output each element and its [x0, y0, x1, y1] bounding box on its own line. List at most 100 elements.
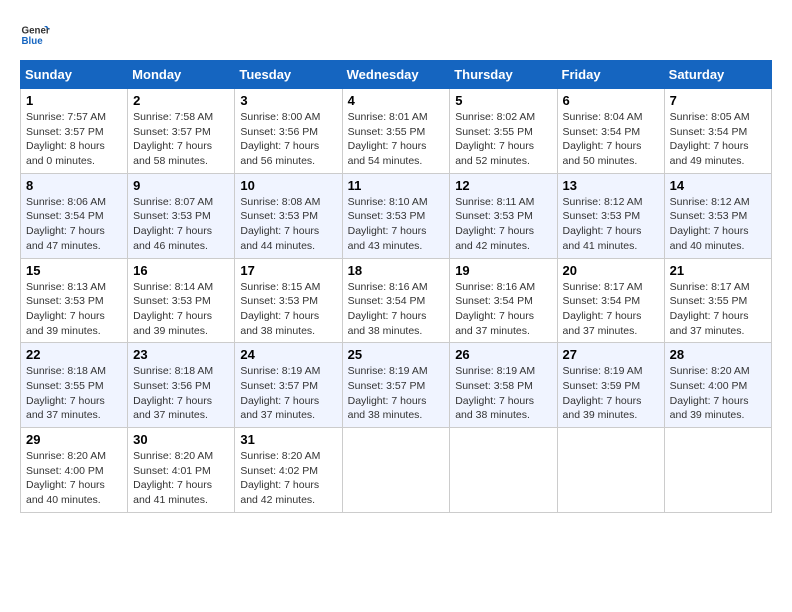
- calendar-cell: 21 Sunrise: 8:17 AMSunset: 3:55 PMDayligh…: [664, 258, 771, 343]
- day-info: Sunrise: 8:02 AMSunset: 3:55 PMDaylight:…: [455, 110, 551, 169]
- day-number: 30: [133, 432, 229, 447]
- day-info: Sunrise: 8:20 AMSunset: 4:00 PMDaylight:…: [26, 449, 122, 508]
- calendar-cell: 12 Sunrise: 8:11 AMSunset: 3:53 PMDayligh…: [450, 173, 557, 258]
- day-info: Sunrise: 8:20 AMSunset: 4:02 PMDaylight:…: [240, 449, 336, 508]
- day-info: Sunrise: 8:15 AMSunset: 3:53 PMDaylight:…: [240, 280, 336, 339]
- day-number: 18: [348, 263, 445, 278]
- calendar-cell: 5 Sunrise: 8:02 AMSunset: 3:55 PMDaylight…: [450, 89, 557, 174]
- day-number: 7: [670, 93, 766, 108]
- weekday-header: Friday: [557, 61, 664, 89]
- calendar-week-row: 1 Sunrise: 7:57 AMSunset: 3:57 PMDaylight…: [21, 89, 772, 174]
- calendar-cell: [557, 428, 664, 513]
- calendar-cell: 22 Sunrise: 8:18 AMSunset: 3:55 PMDayligh…: [21, 343, 128, 428]
- day-info: Sunrise: 8:10 AMSunset: 3:53 PMDaylight:…: [348, 195, 445, 254]
- day-info: Sunrise: 8:12 AMSunset: 3:53 PMDaylight:…: [670, 195, 766, 254]
- day-info: Sunrise: 8:18 AMSunset: 3:55 PMDaylight:…: [26, 364, 122, 423]
- day-info: Sunrise: 8:17 AMSunset: 3:55 PMDaylight:…: [670, 280, 766, 339]
- calendar-cell: 7 Sunrise: 8:05 AMSunset: 3:54 PMDaylight…: [664, 89, 771, 174]
- day-info: Sunrise: 8:19 AMSunset: 3:57 PMDaylight:…: [348, 364, 445, 423]
- day-number: 2: [133, 93, 229, 108]
- day-info: Sunrise: 8:17 AMSunset: 3:54 PMDaylight:…: [563, 280, 659, 339]
- day-number: 8: [26, 178, 122, 193]
- calendar-cell: [450, 428, 557, 513]
- calendar-cell: 19 Sunrise: 8:16 AMSunset: 3:54 PMDayligh…: [450, 258, 557, 343]
- day-info: Sunrise: 8:19 AMSunset: 3:58 PMDaylight:…: [455, 364, 551, 423]
- day-info: Sunrise: 8:14 AMSunset: 3:53 PMDaylight:…: [133, 280, 229, 339]
- calendar-cell: 3Sunrise: 8:00 AMSunset: 3:56 PMDaylight…: [235, 89, 342, 174]
- day-info: Sunrise: 7:58 AMSunset: 3:57 PMDaylight:…: [133, 110, 229, 169]
- day-number: 10: [240, 178, 336, 193]
- day-number: 9: [133, 178, 229, 193]
- calendar-cell: 13Sunrise: 8:12 AMSunset: 3:53 PMDayligh…: [557, 173, 664, 258]
- day-info: Sunrise: 8:06 AMSunset: 3:54 PMDaylight:…: [26, 195, 122, 254]
- calendar-cell: 14 Sunrise: 8:12 AMSunset: 3:53 PMDayligh…: [664, 173, 771, 258]
- day-number: 14: [670, 178, 766, 193]
- day-info: Sunrise: 8:00 AMSunset: 3:56 PMDaylight:…: [240, 110, 336, 169]
- calendar-cell: 17 Sunrise: 8:15 AMSunset: 3:53 PMDayligh…: [235, 258, 342, 343]
- day-number: 5: [455, 93, 551, 108]
- calendar-cell: 29 Sunrise: 8:20 AMSunset: 4:00 PMDayligh…: [21, 428, 128, 513]
- calendar-cell: 1 Sunrise: 7:57 AMSunset: 3:57 PMDaylight…: [21, 89, 128, 174]
- calendar-week-row: 8 Sunrise: 8:06 AMSunset: 3:54 PMDaylight…: [21, 173, 772, 258]
- day-number: 4: [348, 93, 445, 108]
- day-info: Sunrise: 8:08 AMSunset: 3:53 PMDaylight:…: [240, 195, 336, 254]
- calendar-cell: 6Sunrise: 8:04 AMSunset: 3:54 PMDaylight…: [557, 89, 664, 174]
- calendar-cell: 18 Sunrise: 8:16 AMSunset: 3:54 PMDayligh…: [342, 258, 450, 343]
- calendar-cell: 2 Sunrise: 7:58 AMSunset: 3:57 PMDaylight…: [128, 89, 235, 174]
- day-number: 17: [240, 263, 336, 278]
- calendar-cell: 28 Sunrise: 8:20 AMSunset: 4:00 PMDayligh…: [664, 343, 771, 428]
- weekday-header: Thursday: [450, 61, 557, 89]
- day-info: Sunrise: 7:57 AMSunset: 3:57 PMDaylight:…: [26, 110, 122, 169]
- weekday-header: Saturday: [664, 61, 771, 89]
- calendar-week-row: 29 Sunrise: 8:20 AMSunset: 4:00 PMDayligh…: [21, 428, 772, 513]
- day-info: Sunrise: 8:07 AMSunset: 3:53 PMDaylight:…: [133, 195, 229, 254]
- calendar-cell: 9 Sunrise: 8:07 AMSunset: 3:53 PMDaylight…: [128, 173, 235, 258]
- day-number: 11: [348, 178, 445, 193]
- day-number: 22: [26, 347, 122, 362]
- svg-text:Blue: Blue: [22, 36, 44, 47]
- day-info: Sunrise: 8:05 AMSunset: 3:54 PMDaylight:…: [670, 110, 766, 169]
- day-info: Sunrise: 8:20 AMSunset: 4:00 PMDaylight:…: [670, 364, 766, 423]
- calendar-cell: 23 Sunrise: 8:18 AMSunset: 3:56 PMDayligh…: [128, 343, 235, 428]
- calendar-week-row: 15Sunrise: 8:13 AMSunset: 3:53 PMDayligh…: [21, 258, 772, 343]
- calendar-cell: 27 Sunrise: 8:19 AMSunset: 3:59 PMDayligh…: [557, 343, 664, 428]
- calendar-week-row: 22 Sunrise: 8:18 AMSunset: 3:55 PMDayligh…: [21, 343, 772, 428]
- day-number: 26: [455, 347, 551, 362]
- calendar-cell: 15Sunrise: 8:13 AMSunset: 3:53 PMDayligh…: [21, 258, 128, 343]
- weekday-header: Wednesday: [342, 61, 450, 89]
- day-info: Sunrise: 8:18 AMSunset: 3:56 PMDaylight:…: [133, 364, 229, 423]
- day-info: Sunrise: 8:13 AMSunset: 3:53 PMDaylight:…: [26, 280, 122, 339]
- day-number: 21: [670, 263, 766, 278]
- calendar-cell: 25 Sunrise: 8:19 AMSunset: 3:57 PMDayligh…: [342, 343, 450, 428]
- day-number: 23: [133, 347, 229, 362]
- day-number: 1: [26, 93, 122, 108]
- day-info: Sunrise: 8:01 AMSunset: 3:55 PMDaylight:…: [348, 110, 445, 169]
- day-info: Sunrise: 8:19 AMSunset: 3:57 PMDaylight:…: [240, 364, 336, 423]
- calendar-table: SundayMondayTuesdayWednesdayThursdayFrid…: [20, 60, 772, 513]
- day-number: 12: [455, 178, 551, 193]
- day-info: Sunrise: 8:16 AMSunset: 3:54 PMDaylight:…: [455, 280, 551, 339]
- day-number: 28: [670, 347, 766, 362]
- logo: General Blue: [20, 20, 50, 50]
- day-number: 25: [348, 347, 445, 362]
- day-number: 24: [240, 347, 336, 362]
- calendar-cell: 11 Sunrise: 8:10 AMSunset: 3:53 PMDayligh…: [342, 173, 450, 258]
- day-number: 27: [563, 347, 659, 362]
- day-info: Sunrise: 8:20 AMSunset: 4:01 PMDaylight:…: [133, 449, 229, 508]
- day-number: 31: [240, 432, 336, 447]
- calendar-cell: 16Sunrise: 8:14 AMSunset: 3:53 PMDayligh…: [128, 258, 235, 343]
- calendar-cell: 8 Sunrise: 8:06 AMSunset: 3:54 PMDaylight…: [21, 173, 128, 258]
- day-number: 19: [455, 263, 551, 278]
- day-info: Sunrise: 8:11 AMSunset: 3:53 PMDaylight:…: [455, 195, 551, 254]
- day-number: 13: [563, 178, 659, 193]
- day-number: 29: [26, 432, 122, 447]
- day-info: Sunrise: 8:19 AMSunset: 3:59 PMDaylight:…: [563, 364, 659, 423]
- day-number: 20: [563, 263, 659, 278]
- calendar-cell: 10 Sunrise: 8:08 AMSunset: 3:53 PMDayligh…: [235, 173, 342, 258]
- day-number: 6: [563, 93, 659, 108]
- calendar-cell: 26 Sunrise: 8:19 AMSunset: 3:58 PMDayligh…: [450, 343, 557, 428]
- weekday-header: Sunday: [21, 61, 128, 89]
- calendar-cell: [342, 428, 450, 513]
- day-info: Sunrise: 8:16 AMSunset: 3:54 PMDaylight:…: [348, 280, 445, 339]
- calendar-cell: 24 Sunrise: 8:19 AMSunset: 3:57 PMDayligh…: [235, 343, 342, 428]
